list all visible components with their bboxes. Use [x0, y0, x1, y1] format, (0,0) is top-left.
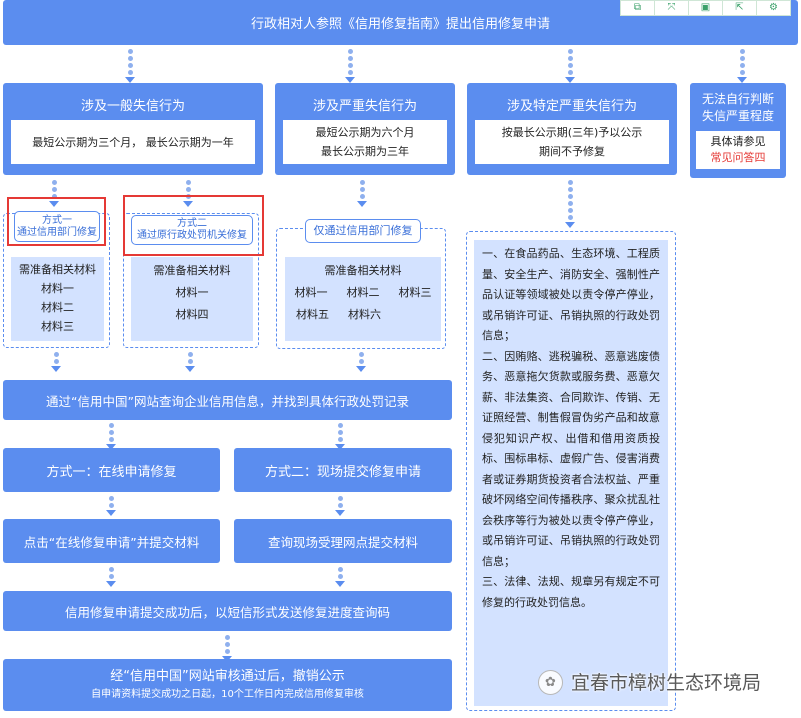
unknown-hint: 具体请参见	[710, 135, 766, 148]
faq-link[interactable]: 常见问答四	[711, 150, 766, 166]
method-online: 方式一：在线申请修复	[3, 448, 220, 492]
flow-arrow	[565, 180, 575, 228]
unknown-category: 无法自行判断 失信严重程度 具体请参见 常见问答四	[690, 83, 786, 178]
special-desc-line: 期间不予修复	[539, 145, 605, 158]
special-rules: 一、在食品药品、生态环境、工程质量、安全生产、消防安全、强制性产品认证等领域被处…	[474, 240, 668, 706]
flow-arrow	[345, 49, 355, 83]
special-desc-line: 按最长公示期(三年)予以公示	[501, 126, 643, 139]
query-bar: 通过“信用中国”网站查询企业信用信息，并找到具体行政处罚记录	[3, 380, 452, 420]
material-item: 材料四	[175, 308, 209, 321]
online-step-text: 点击“在线修复申请”并提交材料	[23, 534, 200, 550]
serious-label-text: 仅通过信用部门修复	[313, 224, 413, 237]
flow-arrow	[185, 352, 195, 372]
material-item: 材料三	[41, 320, 74, 333]
flow-arrow	[356, 352, 366, 372]
save-icon[interactable]: ▣	[689, 1, 723, 15]
flow-arrow	[106, 423, 116, 450]
flow-arrow	[335, 567, 345, 587]
method2-materials: 需准备相关材料 材料一 材料四	[131, 257, 253, 341]
rule-item: 三、法律、法规、规章另有规定不可修复的行政处罚信息。	[482, 575, 660, 609]
general-desc: 最短公示期为三个月， 最长公示期为一年	[11, 120, 255, 164]
flow-arrow	[106, 567, 116, 587]
watermark: 宜春市樟树生态环境局	[571, 672, 762, 694]
special-category: 涉及特定严重失信行为 按最长公示期(三年)予以公示 期间不予修复	[467, 83, 677, 175]
sms-bar-text: 信用修复申请提交成功后，以短信形式发送修复进度查询码	[64, 604, 390, 620]
serious-category: 涉及严重失信行为 最短公示期为六个月 最长公示期为三年	[275, 83, 455, 175]
serious-title: 涉及严重失信行为	[312, 99, 417, 114]
wechat-icon: ✿	[538, 670, 563, 695]
material-item: 材料一	[294, 286, 328, 299]
sms-bar: 信用修复申请提交成功后，以短信形式发送修复进度查询码	[3, 591, 452, 631]
export-icon[interactable]: ⇱	[723, 1, 757, 15]
general-title: 涉及一般失信行为	[80, 99, 185, 114]
copy-icon[interactable]: ⧉	[621, 1, 655, 15]
method-online-title: 方式一：在线申请修复	[46, 464, 177, 480]
flow-arrow	[565, 49, 575, 83]
serious-desc-line: 最短公示期为六个月	[315, 126, 415, 139]
unknown-title-line: 失信严重程度	[701, 109, 774, 123]
serious-materials: 需准备相关材料 材料一 材料二 材料三 材料五 材料六	[285, 257, 441, 341]
method1-line2: 通过信用部门修复	[17, 226, 97, 238]
top-bar-text: 行政相对人参照《信用修复指南》提出信用修复申请	[250, 17, 550, 32]
flow-arrow	[106, 496, 116, 516]
rule-item: 一、在食品药品、生态环境、工程质量、安全生产、消防安全、强制性产品认证等领域被处…	[482, 247, 660, 342]
materials-title: 需准备相关材料	[19, 263, 96, 276]
material-item: 材料三	[398, 286, 432, 299]
online-step: 点击“在线修复申请”并提交材料	[3, 519, 220, 563]
onsite-step-text: 查询现场受理网点提交材料	[267, 534, 418, 550]
flow-arrow	[357, 180, 367, 207]
method2-line1: 方式二	[177, 218, 207, 229]
flow-arrow	[51, 352, 61, 372]
method1-line1: 方式一	[42, 214, 72, 226]
method-onsite-title: 方式二：现场提交修复申请	[264, 464, 421, 480]
method2-label: 方式二 通过原行政处罚机关修复	[131, 215, 253, 245]
flow-arrow	[335, 423, 345, 450]
method1-label: 方式一 通过信用部门修复	[14, 211, 100, 242]
gear-icon[interactable]: ⚙	[757, 1, 790, 15]
method1-materials: 需准备相关材料 材料一 材料二 材料三	[11, 257, 104, 341]
final-bar: 经“信用中国”网站审核通过后，撤销公示 自申请资料提交成功之日起，10个工作日内…	[3, 659, 452, 711]
toolbar: ⧉ ⤧ ▣ ⇱ ⚙	[620, 0, 791, 16]
final-bar-line2: 自申请资料提交成功之日起，10个工作日内完成信用修复审核	[91, 689, 364, 700]
flow-arrow	[737, 49, 747, 83]
material-item: 材料五	[296, 308, 329, 321]
query-bar-text: 通过“信用中国”网站查询企业信用信息，并找到具体行政处罚记录	[46, 393, 409, 409]
serious-desc-line: 最长公示期为三年	[321, 145, 409, 158]
shuffle-icon[interactable]: ⤧	[655, 1, 689, 15]
flow-arrow	[335, 496, 345, 516]
rule-item: 二、因贿赂、逃税骗税、恶意逃废债务、恶意拖欠货款或服务费、恶意欠薪、非法集资、合…	[482, 349, 660, 568]
material-item: 材料二	[346, 286, 380, 299]
material-item: 材料一	[175, 286, 209, 299]
method-onsite: 方式二：现场提交修复申请	[234, 448, 452, 492]
materials-title: 需准备相关材料	[324, 264, 402, 277]
special-title: 涉及特定严重失信行为	[506, 99, 637, 114]
flow-arrow	[222, 635, 232, 662]
material-item: 材料六	[348, 308, 381, 321]
flow-arrow	[125, 49, 135, 83]
materials-title: 需准备相关材料	[153, 264, 231, 277]
onsite-step: 查询现场受理网点提交材料	[234, 519, 452, 563]
material-item: 材料二	[41, 301, 74, 314]
serious-label: 仅通过信用部门修复	[305, 219, 421, 243]
final-bar-line1: 经“信用中国”网站审核通过后，撤销公示	[110, 669, 345, 684]
unknown-title-line: 无法自行判断	[701, 92, 774, 106]
material-item: 材料一	[41, 282, 74, 295]
method2-line2: 通过原行政处罚机关修复	[137, 230, 247, 241]
general-category: 涉及一般失信行为 最短公示期为三个月， 最长公示期为一年	[3, 83, 263, 175]
